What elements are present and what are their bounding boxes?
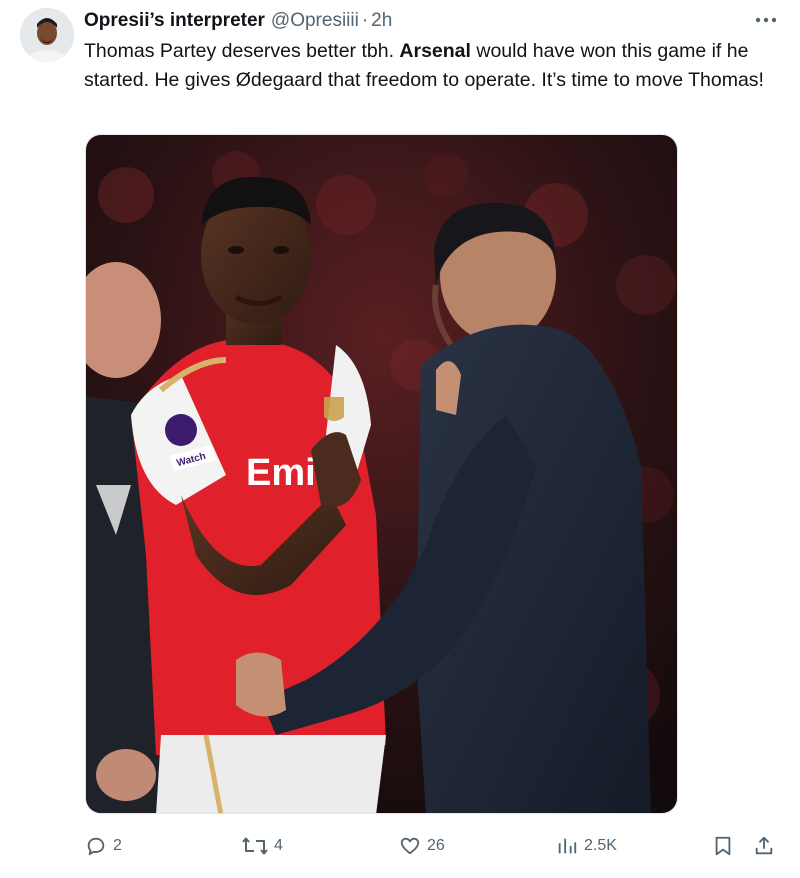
like-button[interactable]: 26 [399, 830, 445, 862]
tweet-header: Opresii’s interpreter @Opresiiii · 2h [84, 10, 392, 34]
tweet-media-photo[interactable]: Emi Watch [85, 134, 678, 814]
avatar-icon [20, 8, 74, 62]
views-chart-icon [558, 838, 577, 854]
retweet-button[interactable]: 4 [242, 830, 283, 862]
premier-league-badge [165, 414, 197, 446]
like-count: 26 [427, 837, 445, 854]
share-button[interactable] [753, 830, 775, 862]
tweet-text-part1: Thomas Partey deserves better tbh. [84, 40, 400, 62]
views-button[interactable]: 2.5K [556, 830, 617, 862]
author-display-name[interactable]: Opresii’s interpreter [84, 10, 265, 32]
more-dots-icon [755, 17, 777, 23]
reply-icon [87, 837, 105, 856]
reply-button[interactable]: 2 [85, 830, 122, 862]
heart-icon [400, 837, 420, 855]
reply-count: 2 [113, 837, 122, 854]
retweet-icon [242, 837, 268, 855]
author-avatar[interactable] [20, 8, 74, 62]
author-handle[interactable]: @Opresiiii [271, 10, 359, 32]
header-separator: · [361, 10, 369, 31]
jersey-sponsor-text: Emi [246, 452, 316, 494]
bookmark-button[interactable] [713, 830, 733, 862]
views-count: 2.5K [584, 837, 617, 854]
tweet-text-bold: Arsenal [399, 40, 471, 62]
share-icon [755, 836, 773, 855]
tweet-actions-bar: 2 4 26 2.5K [0, 830, 800, 862]
tweet-card[interactable]: Opresii’s interpreter @Opresiiii · 2h Th… [0, 0, 800, 878]
bookmark-icon [715, 836, 731, 856]
tweet-text: Thomas Partey deserves better tbh. Arsen… [84, 37, 774, 95]
arsenal-crest [324, 397, 344, 421]
tweet-timestamp[interactable]: 2h [371, 10, 392, 32]
retweet-count: 4 [274, 837, 283, 854]
photo-image: Emi Watch [86, 135, 677, 813]
more-options-button[interactable] [752, 8, 780, 32]
